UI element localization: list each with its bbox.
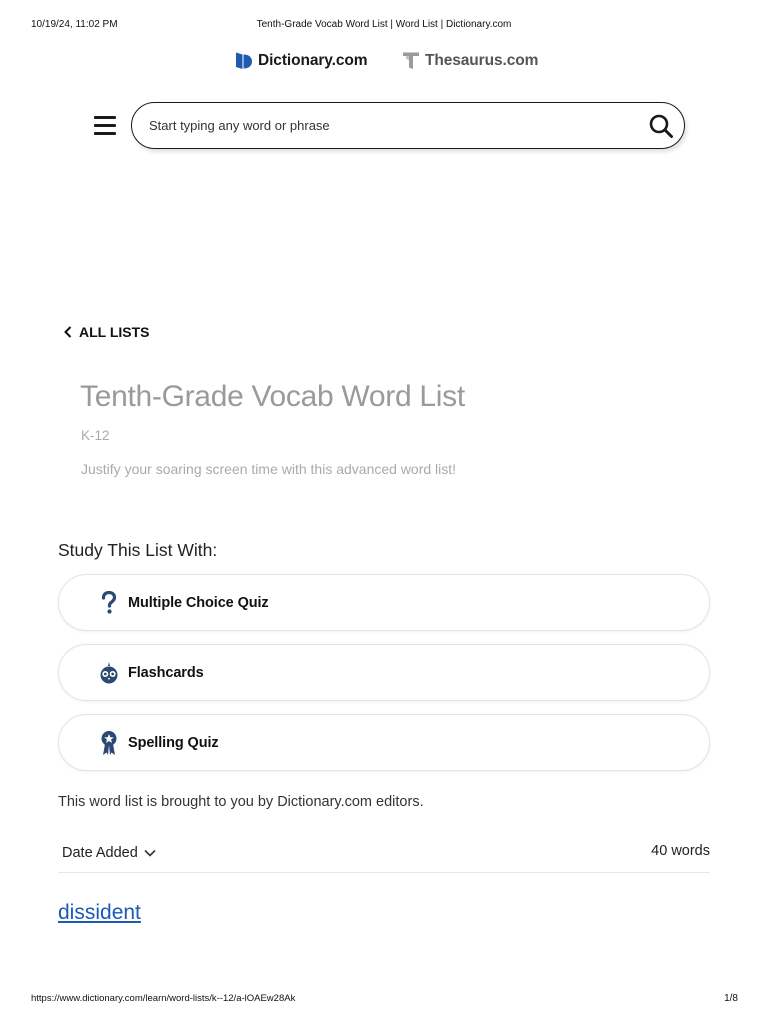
editor-credit: This word list is brought to you by Dict… — [58, 794, 424, 810]
question-mark-icon — [98, 590, 120, 616]
chevron-left-icon — [64, 326, 72, 338]
sort-selected-label: Date Added — [62, 845, 138, 861]
word-link[interactable]: dissident — [58, 901, 141, 925]
all-lists-back-link[interactable]: ALL LISTS — [64, 324, 150, 340]
dictionary-logo-icon — [236, 52, 252, 69]
sort-dropdown[interactable]: Date Added — [62, 845, 156, 861]
list-description: Justify your soaring screen time with th… — [81, 461, 457, 477]
owl-icon — [98, 660, 120, 686]
print-page-number: 1/8 — [724, 993, 738, 1004]
menu-hamburger-icon[interactable] — [94, 116, 116, 138]
chevron-down-icon — [144, 849, 156, 857]
divider — [58, 872, 710, 873]
print-url: https://www.dictionary.com/learn/word-li… — [31, 993, 296, 1004]
word-count: 40 words — [651, 843, 710, 859]
dictionary-tab[interactable]: Dictionary.com — [235, 51, 368, 70]
search-input[interactable] — [147, 117, 621, 134]
multiple-choice-quiz-button[interactable]: Multiple Choice Quiz — [58, 574, 710, 631]
flashcards-button[interactable]: Flashcards — [58, 644, 710, 701]
grade-level-label: K-12 — [81, 428, 110, 443]
thesaurus-tab[interactable]: Thesaurus.com — [402, 51, 538, 70]
multiple-choice-quiz-label: Multiple Choice Quiz — [128, 594, 269, 611]
print-page-title: Tenth-Grade Vocab Word List | Word List … — [256, 19, 512, 30]
flashcards-label: Flashcards — [128, 664, 204, 681]
study-heading: Study This List With: — [58, 540, 218, 560]
thesaurus-tab-label: Thesaurus.com — [425, 51, 539, 69]
search-bar — [131, 102, 685, 149]
thesaurus-logo-icon — [403, 52, 419, 69]
all-lists-label: ALL LISTS — [79, 324, 150, 340]
dictionary-tab-label: Dictionary.com — [258, 51, 368, 69]
ribbon-badge-icon — [98, 730, 120, 756]
spelling-quiz-label: Spelling Quiz — [128, 734, 219, 751]
page-title: Tenth-Grade Vocab Word List — [80, 380, 465, 413]
search-icon[interactable] — [648, 113, 674, 139]
spelling-quiz-button[interactable]: Spelling Quiz — [58, 714, 710, 771]
